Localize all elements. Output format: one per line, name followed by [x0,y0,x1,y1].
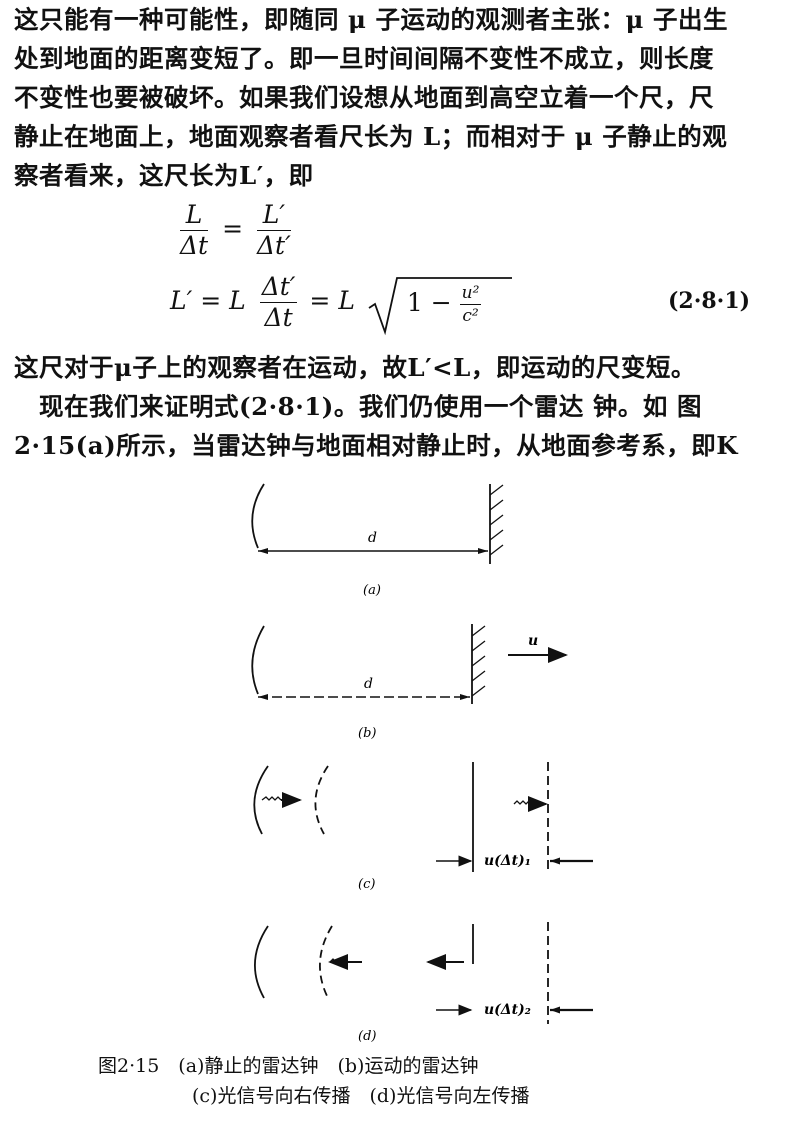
fraction-lhs: L Δt [180,200,209,260]
diagram-c [253,762,593,872]
diagram-b [251,624,568,704]
fraction-time: Δt′ Δt [259,272,298,332]
source-arc-dashed [319,925,333,999]
source-arc [254,925,269,999]
square-root: 1 − u² c² [367,277,512,336]
sublabel-a: (a) [363,583,381,598]
equation-number: (2·8·1) [668,288,751,314]
text-line: 这尺对于μ子上的观察者在运动，故L′<L，即运动的尺变短。 [14,353,696,382]
text-line: 静止在地面上，地面观察者看尺长为 L；而相对于 μ 子静止的观 [14,122,728,151]
label-u-dt2: u(Δt)₂ [484,1002,531,1018]
sublabel-c: (c) [358,877,375,892]
label-d-b: d [364,676,373,692]
light-signal [329,958,343,963]
fraction-rhs: L′ Δt′ [256,200,291,260]
light-signal [261,796,282,801]
label-u: u [528,633,538,649]
figure-caption-line-1: 图2·15 (a)静止的雷达钟 (b)运动的雷达钟 [98,1055,479,1077]
equation-line-2: L′ = L Δt′ Δt = L 1 − u² c² [170,272,512,336]
label-u-dt1: u(Δt)₁ [484,853,531,869]
text-line: 这只能有一种可能性，即随同 μ 子运动的观测者主张：μ 子出生 [14,5,728,34]
hatch [489,484,504,556]
source-arc-dashed [314,765,329,835]
source-arc [251,483,265,549]
paragraph-2: 这尺对于μ子上的观察者在运动，故L′<L，即运动的尺变短。 现在我们来证明式(2… [14,348,784,465]
diagram-d [254,922,593,1024]
diagram-a [251,483,504,564]
paragraph-1: 这只能有一种可能性，即随同 μ 子运动的观测者主张：μ 子出生 处到地面的距离变… [14,0,784,195]
figure-caption-line-2: (c)光信号向右传播 (d)光信号向左传播 [192,1085,530,1107]
label-d-a: d [368,530,377,546]
sublabel-b: (b) [358,726,376,741]
hatch [471,625,486,697]
text-line: 察者看来，这尺长为L′，即 [14,161,314,190]
source-arc [253,765,269,835]
sublabel-d: (d) [358,1029,376,1044]
text-line: 现在我们来证明式(2·8·1)。我们仍使用一个雷达 钟。如 图 [14,392,702,421]
text-line: 不变性也要被破坏。如果我们设想从地面到高空立着一个尺，尺 [14,83,714,112]
equation-line-1: L Δt = L′ Δt′ [180,200,291,260]
text-line: 2·15(a)所示，当雷达钟与地面相对静止时，从地面参考系，即K [14,431,739,460]
source-arc [251,625,265,695]
light-signal [513,800,530,805]
text-line: 处到地面的距离变短了。即一旦时间间隔不变性不成立，则长度 [14,44,714,73]
radical-sign [368,277,512,336]
